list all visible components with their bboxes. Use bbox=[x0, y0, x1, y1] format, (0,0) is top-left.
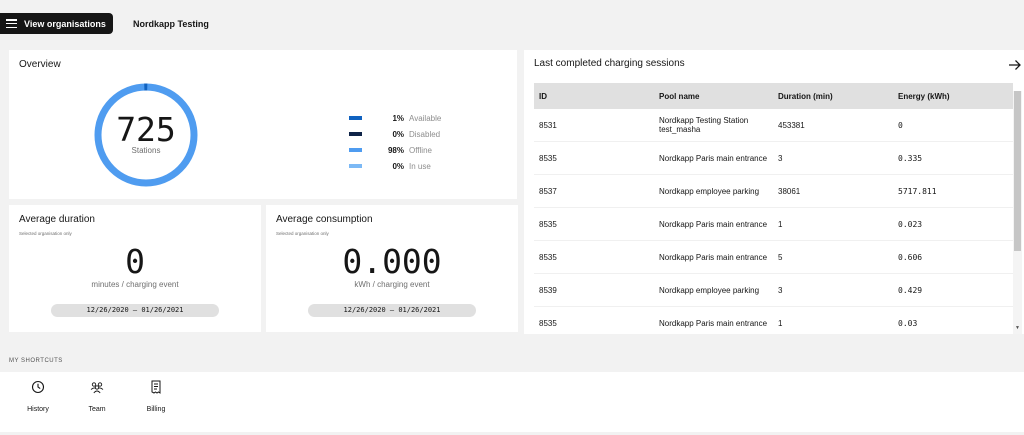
overview-card: Overview 725 Stations 1% Available 0% Di… bbox=[9, 50, 517, 199]
cell-energy: 0.335 bbox=[898, 153, 923, 163]
shortcut-history[interactable]: History bbox=[18, 380, 58, 413]
stations-total: 725 bbox=[116, 110, 176, 149]
cell-id: 8531 bbox=[539, 120, 557, 130]
cell-pool: Nordkapp Testing Station test_masha bbox=[659, 116, 749, 134]
cell-pool: Nordkapp Paris main entrance bbox=[659, 318, 768, 328]
billing-icon bbox=[151, 380, 161, 394]
table-row[interactable]: 8535 Nordkapp Paris main entrance 1 0.03 bbox=[534, 307, 1013, 334]
cell-duration: 5 bbox=[778, 252, 783, 262]
cell-energy: 5717.811 bbox=[898, 186, 937, 196]
cell-energy: 0.606 bbox=[898, 252, 923, 262]
legend-item-in-use: 0% In use bbox=[349, 158, 441, 174]
shortcuts-bar: History Team Billing bbox=[0, 372, 1024, 432]
legend-item-disabled: 0% Disabled bbox=[349, 126, 441, 142]
table-row[interactable]: 8535 Nordkapp Paris main entrance 5 0.60… bbox=[534, 241, 1013, 274]
cell-pool: Nordkapp Paris main entrance bbox=[659, 219, 768, 229]
cell-duration: 453381 bbox=[778, 120, 805, 130]
table-row[interactable]: 8539 Nordkapp employee parking 3 0.429 bbox=[534, 274, 1013, 307]
shortcut-billing[interactable]: Billing bbox=[136, 380, 176, 413]
stations-total-label: Stations bbox=[131, 146, 161, 155]
charging-sessions-card: Last completed charging sessions ID Pool… bbox=[524, 50, 1024, 334]
sessions-table: ID Pool name Duration (min) Energy (kWh)… bbox=[534, 83, 1013, 334]
average-consumption-value: 0.000 bbox=[342, 242, 442, 281]
shortcut-label: History bbox=[27, 406, 49, 413]
history-icon bbox=[31, 380, 45, 394]
legend-pct: 0% bbox=[392, 161, 404, 171]
average-consumption-card: Average consumption Selected organisatio… bbox=[266, 205, 518, 332]
arrow-right-icon[interactable] bbox=[1008, 58, 1022, 72]
disabled-swatch bbox=[349, 132, 362, 136]
table-scrollbar[interactable]: ▼ bbox=[1013, 91, 1022, 334]
shortcuts-label: MY SHORTCUTS bbox=[9, 358, 63, 364]
view-organisations-label: View organisations bbox=[24, 18, 106, 29]
cell-duration: 38061 bbox=[778, 186, 801, 196]
scrollbar-thumb[interactable] bbox=[1014, 91, 1021, 251]
cell-duration: 3 bbox=[778, 285, 783, 295]
column-header-id[interactable]: ID bbox=[534, 92, 654, 101]
overview-title: Overview bbox=[19, 59, 61, 70]
sessions-title: Last completed charging sessions bbox=[534, 58, 685, 69]
cell-id: 8535 bbox=[539, 318, 557, 328]
legend-item-available: 1% Available bbox=[349, 110, 441, 126]
available-swatch bbox=[349, 116, 362, 120]
cell-id: 8539 bbox=[539, 285, 557, 295]
cell-id: 8535 bbox=[539, 252, 557, 262]
legend-label: Available bbox=[409, 113, 442, 123]
legend-pct: 98% bbox=[387, 145, 404, 155]
average-consumption-subtitle: Selected organisation only bbox=[276, 231, 329, 236]
status-legend: 1% Available 0% Disabled 98% Offline 0% … bbox=[349, 110, 441, 174]
column-header-duration[interactable]: Duration (min) bbox=[773, 92, 893, 101]
legend-label: Offline bbox=[409, 145, 432, 155]
shortcut-label: Billing bbox=[146, 406, 166, 413]
average-duration-value: 0 bbox=[125, 242, 145, 281]
top-bar: View organisations Nordkapp Testing bbox=[0, 0, 1024, 46]
cell-duration: 1 bbox=[778, 318, 783, 328]
column-header-energy[interactable]: Energy (kWh) bbox=[893, 92, 1013, 101]
average-consumption-title: Average consumption bbox=[276, 214, 373, 225]
shortcut-team[interactable]: Team bbox=[77, 380, 117, 413]
average-duration-unit: minutes / charging event bbox=[91, 280, 179, 289]
duration-date-range[interactable]: 12/26/2020 – 01/26/2021 bbox=[51, 304, 219, 317]
table-row[interactable]: 8537 Nordkapp employee parking 38061 571… bbox=[534, 175, 1013, 208]
legend-label: Disabled bbox=[409, 129, 441, 139]
cell-energy: 0 bbox=[898, 120, 903, 130]
cell-pool: Nordkapp employee parking bbox=[659, 285, 760, 295]
table-row[interactable]: 8535 Nordkapp Paris main entrance 1 0.02… bbox=[534, 208, 1013, 241]
cell-pool: Nordkapp Paris main entrance bbox=[659, 252, 768, 262]
cell-energy: 0.023 bbox=[898, 219, 923, 229]
team-icon bbox=[90, 382, 104, 394]
cell-duration: 3 bbox=[778, 153, 783, 163]
in-use-swatch bbox=[349, 164, 362, 168]
table-row[interactable]: 8535 Nordkapp Paris main entrance 3 0.33… bbox=[534, 142, 1013, 175]
legend-pct: 0% bbox=[392, 129, 404, 139]
cell-id: 8535 bbox=[539, 219, 557, 229]
cell-pool: Nordkapp employee parking bbox=[659, 186, 760, 196]
cell-energy: 0.429 bbox=[898, 285, 923, 295]
scroll-down-icon[interactable]: ▼ bbox=[1015, 325, 1020, 331]
legend-item-offline: 98% Offline bbox=[349, 142, 441, 158]
average-duration-title: Average duration bbox=[19, 214, 95, 225]
consumption-date-range[interactable]: 12/26/2020 – 01/26/2021 bbox=[308, 304, 476, 317]
view-organisations-button[interactable]: View organisations bbox=[0, 13, 113, 34]
cell-id: 8537 bbox=[539, 186, 557, 196]
column-header-pool[interactable]: Pool name bbox=[654, 92, 773, 101]
legend-label: In use bbox=[409, 161, 431, 171]
table-row[interactable]: 8531 Nordkapp Testing Station test_masha… bbox=[534, 109, 1013, 142]
shortcut-label: Team bbox=[88, 406, 106, 413]
offline-swatch bbox=[349, 148, 362, 152]
legend-pct: 1% bbox=[392, 113, 404, 123]
average-duration-subtitle: Selected organisation only bbox=[19, 231, 72, 236]
cell-energy: 0.03 bbox=[898, 318, 918, 328]
menu-icon bbox=[6, 19, 17, 28]
cell-id: 8535 bbox=[539, 153, 557, 163]
table-header: ID Pool name Duration (min) Energy (kWh) bbox=[534, 83, 1013, 109]
average-duration-card: Average duration Selected organisation o… bbox=[9, 205, 261, 332]
cell-pool: Nordkapp Paris main entrance bbox=[659, 153, 768, 163]
organisation-name: Nordkapp Testing bbox=[133, 19, 209, 29]
average-consumption-unit: kWh / charging event bbox=[354, 280, 430, 289]
cell-duration: 1 bbox=[778, 219, 783, 229]
